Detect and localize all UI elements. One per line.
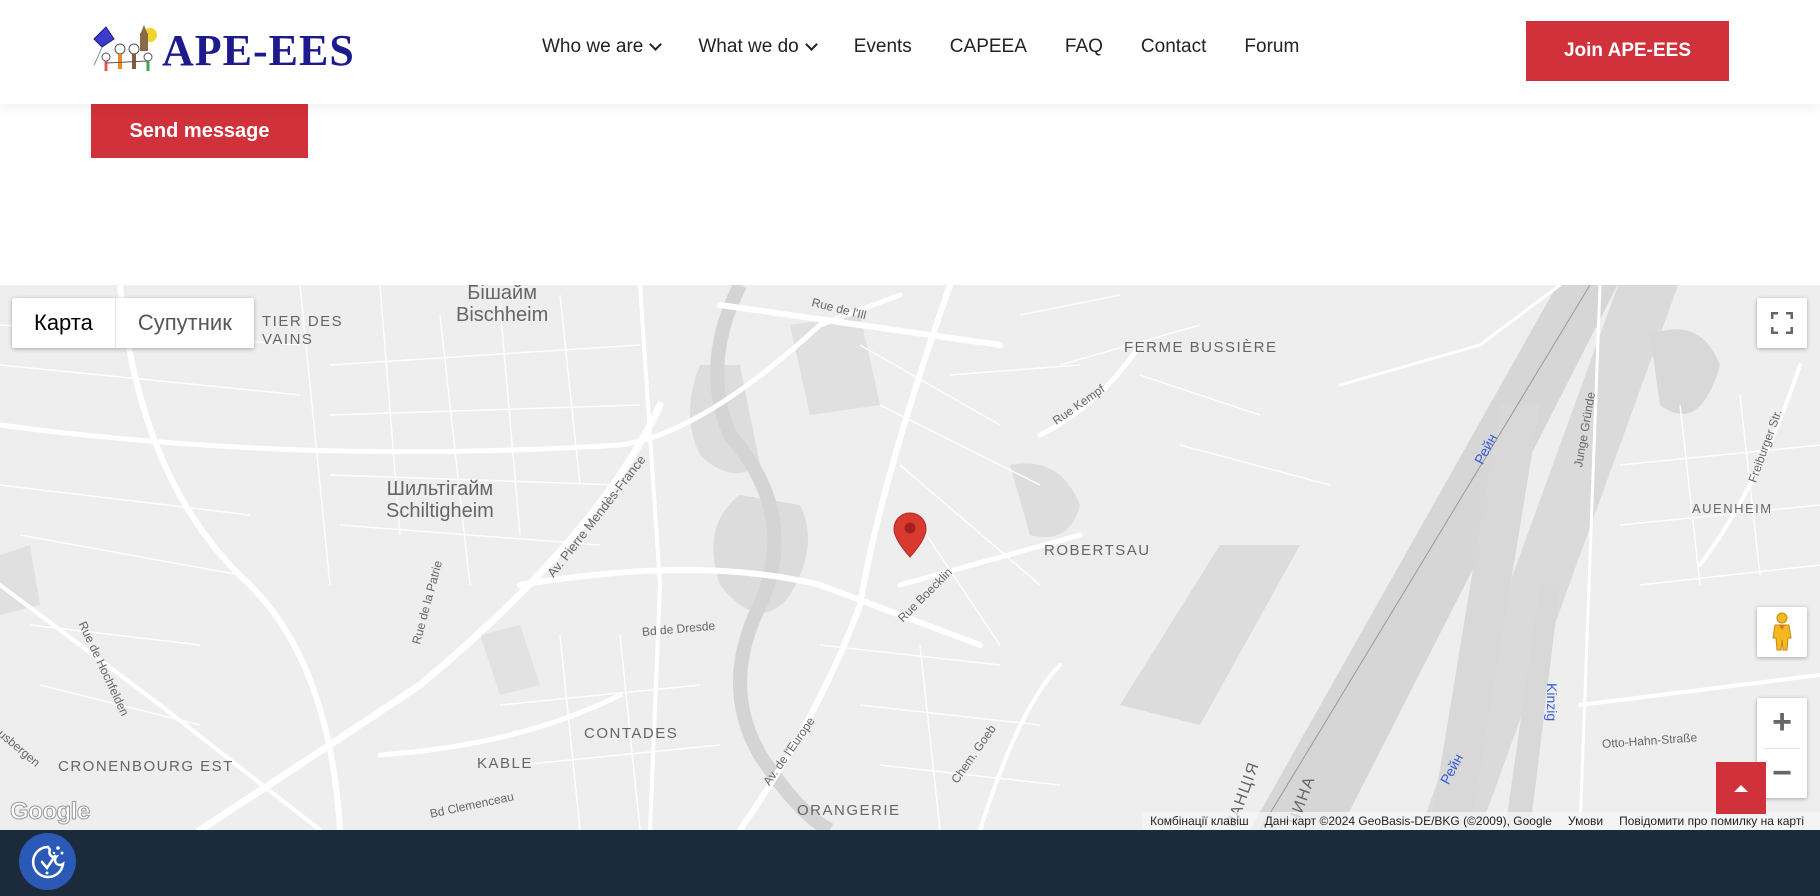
join-button[interactable]: Join APE-EES bbox=[1526, 21, 1729, 81]
map-district-label: CRONENBOURG EST bbox=[58, 758, 234, 775]
nav-faq[interactable]: FAQ bbox=[1065, 36, 1103, 58]
fullscreen-button[interactable] bbox=[1757, 298, 1807, 348]
nav-events[interactable]: Events bbox=[854, 36, 912, 58]
chevron-down-icon bbox=[649, 38, 663, 51]
nav-label: Who we are bbox=[542, 36, 644, 57]
terms-link[interactable]: Умови bbox=[1560, 814, 1611, 828]
map-district-label: ROBERTSAU bbox=[1044, 542, 1151, 559]
map-data-text: Дані карт ©2024 GeoBasis-DE/BKG (©2009),… bbox=[1264, 814, 1552, 828]
logo-link[interactable]: APE-EES bbox=[90, 24, 355, 78]
map-type-control: Карта Супутник bbox=[12, 298, 254, 348]
map-attribution: Комбінації клавіш Дані карт ©2024 GeoBas… bbox=[1142, 812, 1820, 830]
cookie-icon bbox=[31, 845, 65, 878]
map-city-label: Бішайм Bischheim bbox=[456, 285, 549, 326]
fullscreen-icon bbox=[1771, 312, 1793, 334]
keyboard-shortcuts-link[interactable]: Комбінації клавіш bbox=[1142, 814, 1257, 828]
logo-icon bbox=[90, 25, 158, 77]
location-pin-icon bbox=[893, 512, 927, 558]
pegman-icon bbox=[1772, 612, 1792, 651]
scroll-to-top-button[interactable] bbox=[1716, 762, 1766, 814]
send-message-button[interactable]: Send message bbox=[91, 104, 308, 158]
map-district-label: TIER DES bbox=[262, 313, 344, 330]
nav-capeea[interactable]: CAPEEA bbox=[950, 36, 1027, 58]
arrow-up-icon bbox=[1734, 784, 1748, 792]
google-map[interactable]: Бішайм Bischheim Шильтігайм Schiltigheim F… bbox=[0, 285, 1820, 830]
chevron-down-icon bbox=[804, 38, 818, 51]
map-river-label: Kinzig bbox=[1544, 683, 1560, 722]
google-logo[interactable]: Google bbox=[10, 798, 91, 826]
logo-text: APE-EES bbox=[162, 26, 355, 75]
nav-label: What we do bbox=[698, 36, 799, 57]
footer bbox=[0, 830, 1820, 896]
main-nav: Who we are What we do Events CAPEEA FAQ … bbox=[542, 36, 1337, 58]
map-district-label: ORANGERIE bbox=[797, 802, 901, 819]
nav-what-we-do[interactable]: What we do bbox=[698, 36, 818, 58]
map-district-label: AUENHEIM bbox=[1692, 501, 1773, 516]
map-city-label: Шильтігайм Schiltigheim bbox=[386, 478, 494, 522]
map-district-label: FERME BUSSIÈRE bbox=[1124, 339, 1278, 356]
map-marker[interactable] bbox=[893, 512, 927, 563]
nav-who-we-are[interactable]: Who we are bbox=[542, 36, 663, 58]
nav-forum[interactable]: Forum bbox=[1244, 36, 1299, 58]
map-district-label: CONTADES bbox=[584, 725, 679, 742]
site-header: APE-EES Who we are What we do Events CAP… bbox=[0, 0, 1820, 104]
report-error-link[interactable]: Повідомити про помилку на карті bbox=[1611, 814, 1812, 828]
nav-contact[interactable]: Contact bbox=[1141, 36, 1206, 58]
cookie-settings-button[interactable] bbox=[19, 833, 76, 890]
map-district-label: VAINS bbox=[262, 331, 314, 348]
map-type-satellite-button[interactable]: Супутник bbox=[116, 298, 254, 348]
map-district-label: KABLE bbox=[477, 755, 533, 772]
street-view-pegman[interactable] bbox=[1757, 607, 1807, 657]
zoom-in-button[interactable]: + bbox=[1757, 698, 1807, 748]
map-type-map-button[interactable]: Карта bbox=[12, 298, 116, 348]
